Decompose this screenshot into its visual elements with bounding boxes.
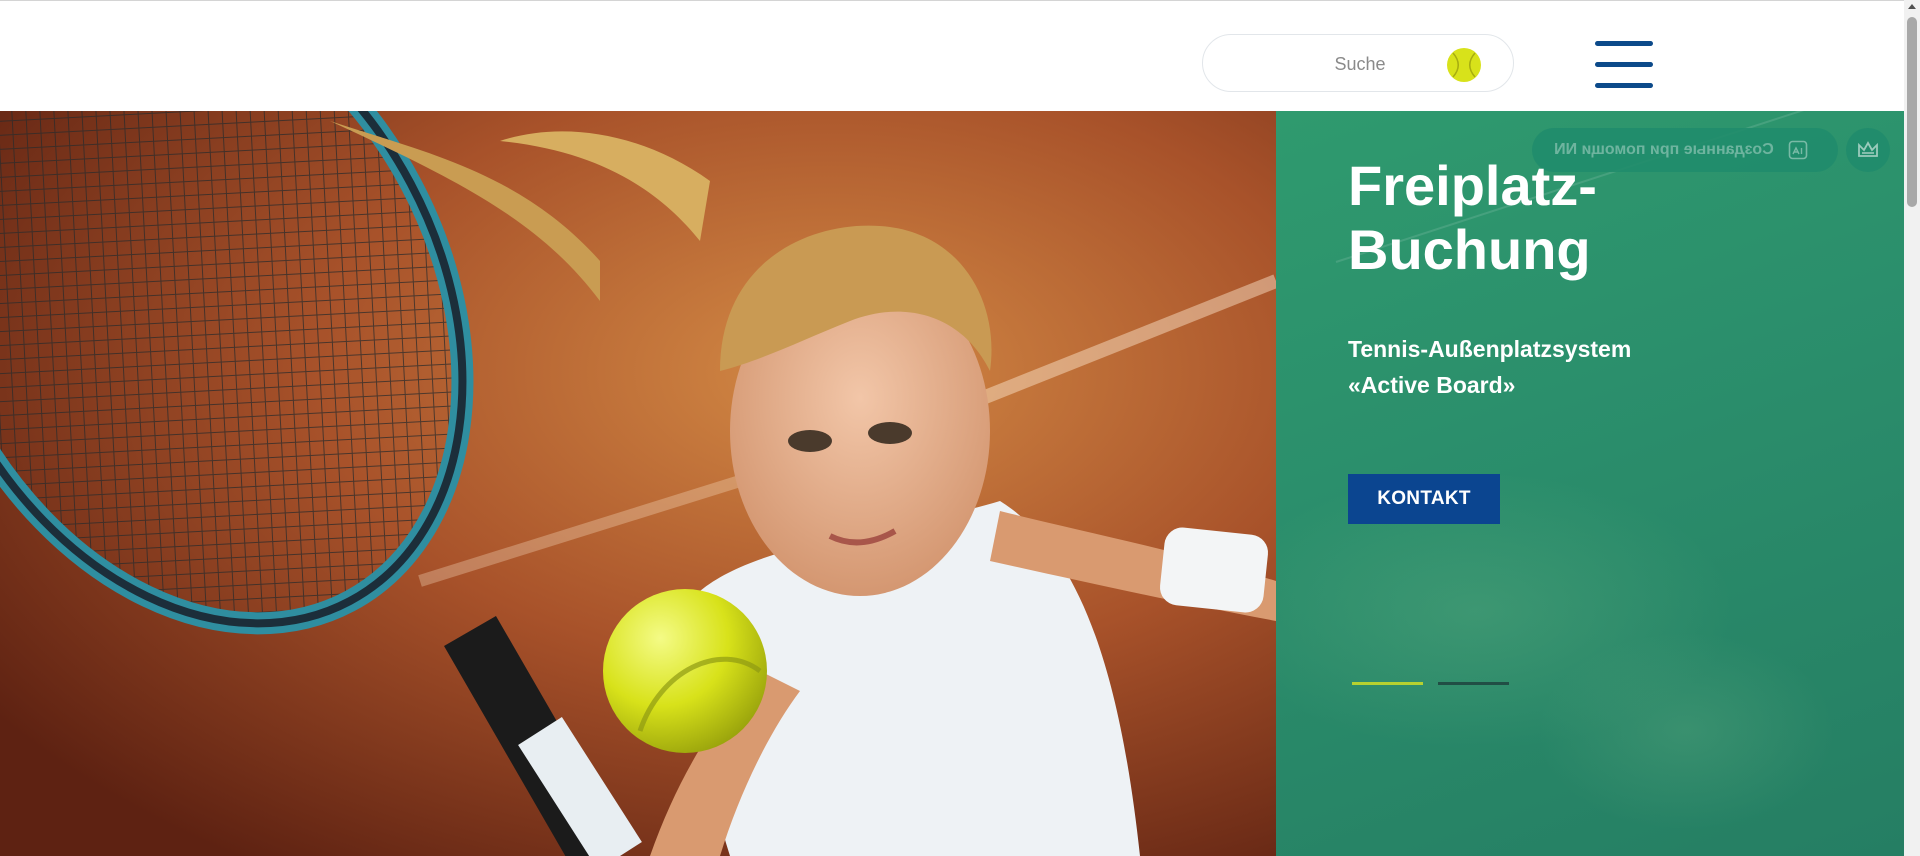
- hamburger-menu-icon[interactable]: [1595, 41, 1653, 88]
- hero-subtitle: Tennis-Außenplatzsystem «Active Board»: [1348, 331, 1768, 403]
- scrollbar-thumb[interactable]: [1907, 17, 1917, 207]
- subtitle-line-2: «Active Board»: [1348, 372, 1516, 398]
- title-line-1: Freiplatz-: [1348, 154, 1597, 217]
- page-scrollbar[interactable]: [1904, 0, 1920, 856]
- tennis-player-image: [0, 111, 1279, 856]
- search-box: [1202, 34, 1514, 92]
- slide-indicator-2[interactable]: [1438, 682, 1509, 685]
- search-input[interactable]: [1273, 49, 1447, 79]
- crown-icon[interactable]: [1846, 128, 1890, 172]
- site-header: [0, 1, 1904, 111]
- tennis-ball-icon[interactable]: [1446, 47, 1482, 83]
- image-ai-icon: [1788, 140, 1808, 160]
- page-title: Freiplatz- Buchung: [1348, 154, 1768, 282]
- scroll-up-arrow-icon[interactable]: [1908, 4, 1916, 9]
- title-line-2: Buchung: [1348, 218, 1591, 281]
- subtitle-line-1: Tennis-Außenplatzsystem: [1348, 336, 1632, 362]
- contact-button[interactable]: KONTAKT: [1348, 474, 1500, 524]
- slide-indicator-1[interactable]: [1352, 682, 1423, 685]
